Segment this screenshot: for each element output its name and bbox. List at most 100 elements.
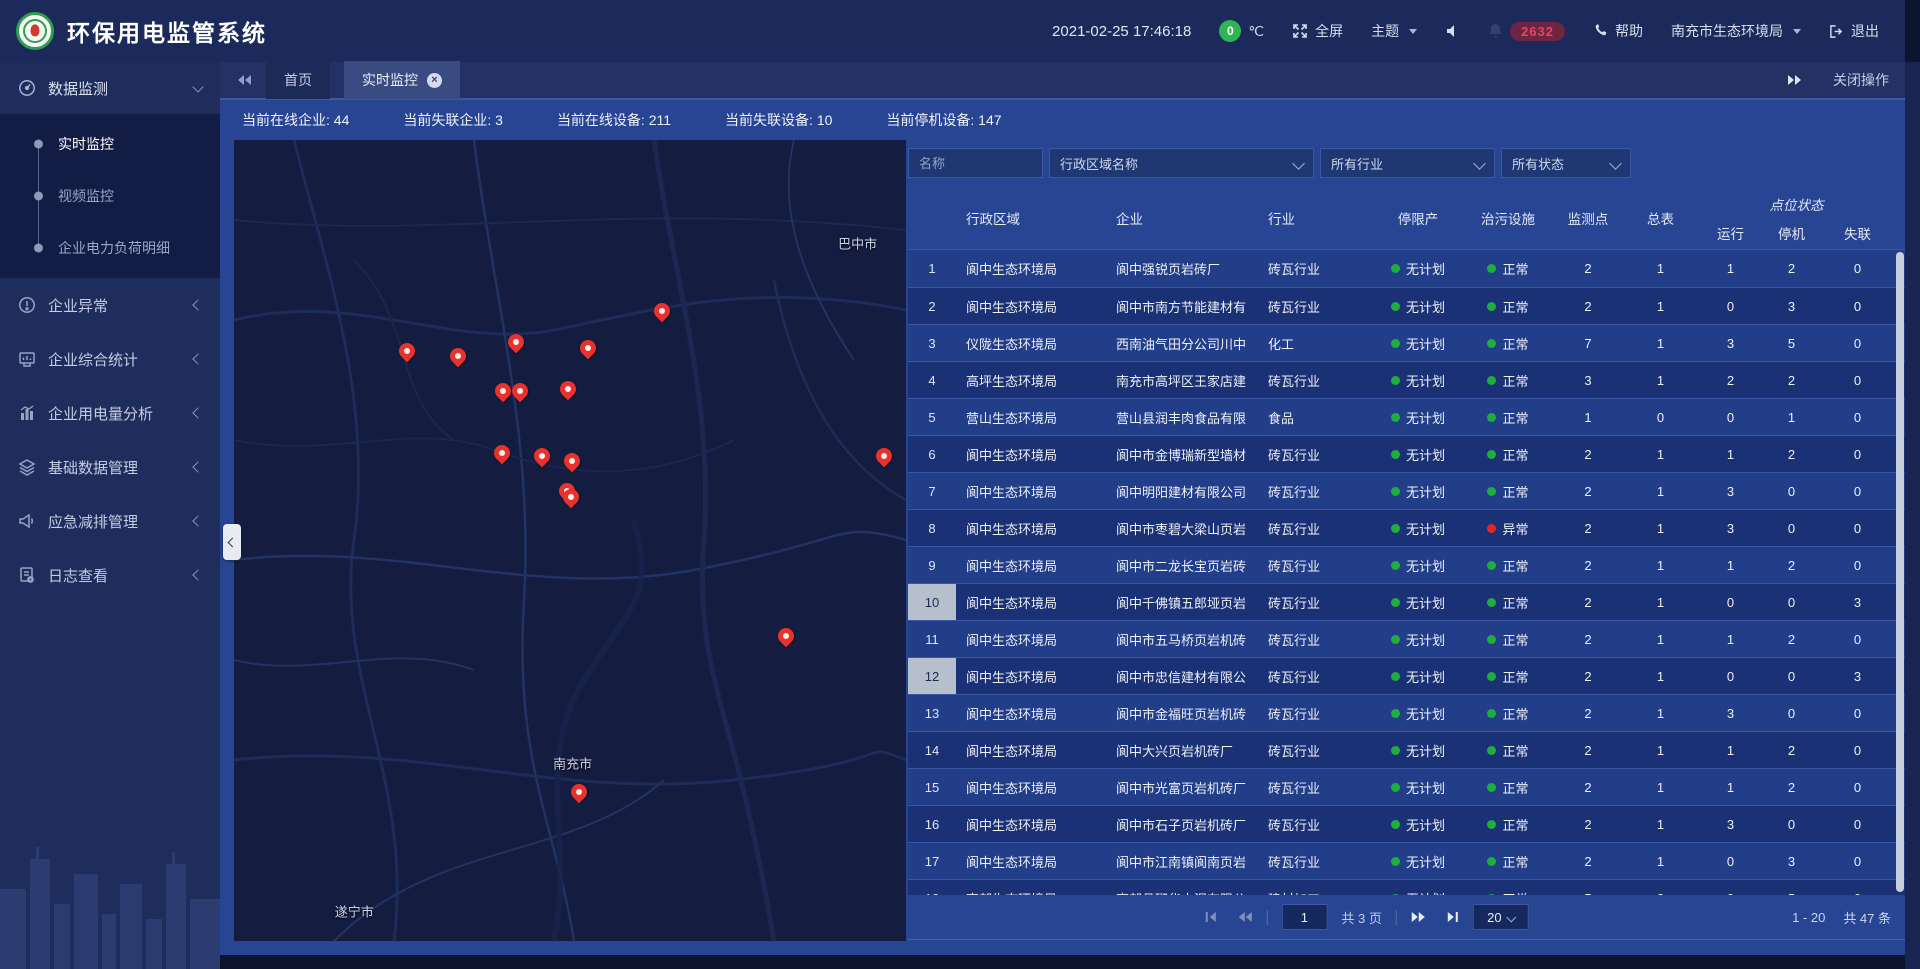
temperature-badge: 0 [1219, 20, 1241, 42]
sidebar-subitem[interactable]: 视频监控 [0, 170, 220, 222]
table-row[interactable]: 12 阆中生态环境局 阆中市忠信建材有限公 砖瓦行业 无计划 正常 2 [908, 657, 1905, 694]
cell-halt-count: 0 [1763, 817, 1820, 832]
sidebar-item-log-view[interactable]: 日志查看 [0, 548, 220, 602]
cell-facility-status: 正常 [1463, 593, 1553, 612]
table-row[interactable]: 8 阆中生态环境局 阆中市枣碧大梁山页岩 砖瓦行业 无计划 异常 2 [908, 509, 1905, 546]
cell-industry: 砖瓦行业 [1258, 259, 1373, 278]
cell-lost-count: 0 [1820, 780, 1895, 795]
app: 环保用电监管系统 2021-02-25 17:46:18 0 ℃ 全屏 主题 [0, 0, 1920, 969]
cell-monitor-count: 2 [1553, 484, 1623, 499]
table-row[interactable]: 17 阆中生态环境局 阆中市江南镇阆南页岩 砖瓦行业 无计划 正常 2 [908, 842, 1905, 879]
cell-meter-count: 1 [1623, 521, 1698, 536]
cell-region: 阆中生态环境局 [956, 667, 1106, 686]
cell-lost-count: 0 [1820, 373, 1895, 388]
chevron-left-icon [192, 569, 203, 580]
cell-stop-status: 无计划 [1373, 445, 1463, 464]
cell-stop-status: 无计划 [1373, 667, 1463, 686]
table-row[interactable]: 13 阆中生态环境局 阆中市金福旺页岩机砖 砖瓦行业 无计划 正常 2 [908, 694, 1905, 731]
app-logo-icon [16, 12, 54, 50]
close-operations-button[interactable]: 关闭操作 [1833, 70, 1889, 90]
tabs-scroll-left-icon[interactable] [236, 74, 252, 86]
row-index: 15 [908, 769, 956, 805]
cell-stop-status: 无计划 [1373, 815, 1463, 834]
table-row[interactable]: 5 营山生态环境局 营山县润丰肉食品有限 食品 无计划 正常 1 [908, 398, 1905, 435]
sidebar-subitem[interactable]: 企业电力负荷明细 [0, 222, 220, 274]
sidebar-item-base-data[interactable]: 基础数据管理 [0, 440, 220, 494]
cell-meter-count: 1 [1623, 484, 1698, 499]
table-row[interactable]: 18 南部生态环境局 南部县砌华水泥有限公 建材加工 无计划 正常 5 [908, 879, 1905, 895]
status-text: 无计划 [1406, 704, 1445, 723]
cell-industry: 砖瓦行业 [1258, 852, 1373, 871]
table-row[interactable]: 3 仪陇生态环境局 西南油气田分公司川中 化工 无计划 正常 7 [908, 324, 1905, 361]
first-page-icon[interactable] [1204, 911, 1221, 923]
table-row[interactable]: 9 阆中生态环境局 阆中市二龙长宝页岩砖 砖瓦行业 无计划 正常 2 [908, 546, 1905, 583]
theme-dropdown[interactable]: 主题 [1371, 21, 1417, 41]
cell-stop-status: 无计划 [1373, 630, 1463, 649]
org-dropdown[interactable]: 南充市生态环境局 [1671, 21, 1801, 41]
status-dot [1391, 672, 1400, 681]
table-row[interactable]: 4 高坪生态环境局 南充市高坪区王家店建 砖瓦行业 无计划 正常 3 [908, 361, 1905, 398]
sidebar-item-enterprise-stats[interactable]: 企业综合统计 [0, 332, 220, 386]
last-page-icon[interactable] [1442, 911, 1459, 923]
page-input[interactable] [1281, 904, 1327, 930]
status-dot [1487, 264, 1496, 273]
table-row[interactable]: 1 阆中生态环境局 阆中强锐页岩砖厂 砖瓦行业 无计划 正常 2 [908, 250, 1905, 287]
cell-company: 阆中市枣碧大梁山页岩 [1106, 519, 1258, 538]
next-page-icon[interactable] [1411, 911, 1428, 923]
status-text: 无计划 [1406, 778, 1445, 797]
tabs-scroll-right-icon[interactable] [1787, 74, 1803, 86]
logout-button[interactable]: 退出 [1829, 21, 1879, 41]
row-index: 3 [908, 325, 956, 361]
cell-company: 阆中市金博瑞新型墙材 [1106, 445, 1258, 464]
cell-company: 西南油气田分公司川中 [1106, 334, 1258, 353]
phone-icon [1593, 24, 1608, 39]
status-text: 正常 [1502, 704, 1528, 723]
table-row[interactable]: 6 阆中生态环境局 阆中市金博瑞新型墙材 砖瓦行业 无计划 正常 2 [908, 435, 1905, 472]
table-row[interactable]: 10 阆中生态环境局 阆中千佛镇五郎垭页岩 砖瓦行业 无计划 正常 2 [908, 583, 1905, 620]
sidebar-subitem-label: 视频监控 [58, 186, 114, 206]
prev-page-icon[interactable] [1235, 911, 1252, 923]
table-row[interactable]: 15 阆中生态环境局 阆中市光富页岩机砖厂 砖瓦行业 无计划 正常 2 [908, 768, 1905, 805]
industry-filter-select[interactable]: 所有行业 [1320, 148, 1495, 178]
status-filter-select[interactable]: 所有状态 [1501, 148, 1631, 178]
table-row[interactable]: 7 阆中生态环境局 阆中明阳建材有限公司 砖瓦行业 无计划 正常 2 [908, 472, 1905, 509]
sidebar-group-data-monitoring[interactable]: 数据监测 [0, 62, 220, 114]
help-button[interactable]: 帮助 [1593, 21, 1643, 41]
notifications[interactable]: 2632 [1488, 22, 1565, 41]
page-size-select[interactable]: 20 [1473, 904, 1529, 930]
sidebar-group-label: 数据监测 [48, 78, 108, 99]
map-panel[interactable]: 巴中市 南充市 遂宁市 [234, 140, 906, 941]
cell-facility-status: 正常 [1463, 667, 1553, 686]
cell-run-count: 3 [1698, 817, 1763, 832]
tab-home[interactable]: 首页 [266, 61, 330, 99]
cell-monitor-count: 2 [1553, 669, 1623, 684]
region-filter-select[interactable]: 行政区域名称 [1049, 148, 1314, 178]
status-text: 无计划 [1406, 815, 1445, 834]
status-dot [1391, 413, 1400, 422]
table-row[interactable]: 14 阆中生态环境局 阆中大兴页岩机砖厂 砖瓦行业 无计划 正常 2 [908, 731, 1905, 768]
status-text: 正常 [1502, 778, 1528, 797]
cell-meter-count: 1 [1623, 780, 1698, 795]
table-row[interactable]: 11 阆中生态环境局 阆中市五马桥页岩机砖 砖瓦行业 无计划 正常 2 [908, 620, 1905, 657]
cell-meter-count: 1 [1623, 632, 1698, 647]
volume-button[interactable] [1445, 24, 1460, 38]
sidebar-item-power-analysis[interactable]: 企业用电量分析 [0, 386, 220, 440]
cell-monitor-count: 2 [1553, 595, 1623, 610]
tab-close-icon[interactable]: × [427, 73, 442, 88]
cell-monitor-count: 2 [1553, 558, 1623, 573]
status-dot [1391, 339, 1400, 348]
name-filter-input[interactable] [908, 148, 1043, 178]
table-row[interactable]: 16 阆中生态环境局 阆中市石子页岩机砖厂 砖瓦行业 无计划 正常 2 [908, 805, 1905, 842]
table-scrollbar[interactable] [1896, 252, 1904, 892]
map-collapse-handle[interactable] [223, 524, 241, 560]
status-filter-value: 所有状态 [1512, 154, 1564, 173]
sidebar-item-emergency-reduction[interactable]: 应急减排管理 [0, 494, 220, 548]
tab-realtime-monitor[interactable]: 实时监控 × [344, 61, 460, 99]
bar-chart-icon [18, 404, 36, 422]
total-pages-label: 共 3 页 [1341, 908, 1381, 927]
page-scrollbar[interactable] [1905, 62, 1920, 969]
sidebar-subitem[interactable]: 实时监控 [0, 118, 220, 170]
sidebar-item-enterprise-anomaly[interactable]: 企业异常 [0, 278, 220, 332]
fullscreen-button[interactable]: 全屏 [1292, 21, 1343, 41]
table-row[interactable]: 2 阆中生态环境局 阆中市南方节能建材有 砖瓦行业 无计划 正常 2 [908, 287, 1905, 324]
